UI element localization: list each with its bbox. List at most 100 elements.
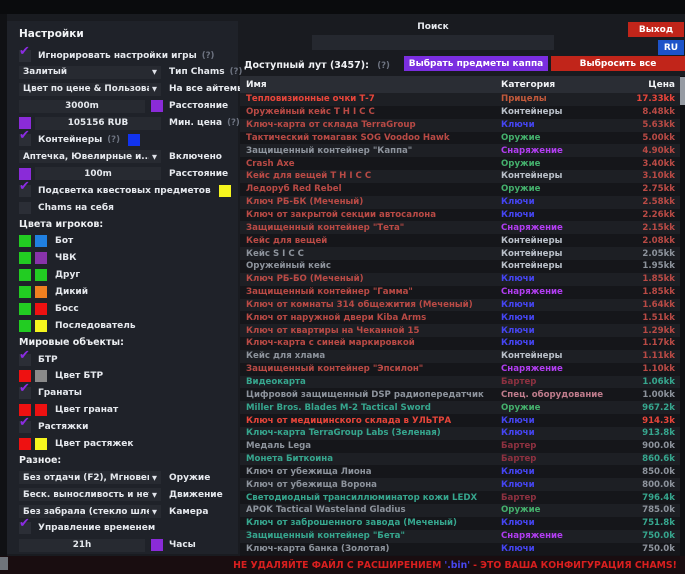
table-row[interactable]: Цифровой защищенный DSP радиопередатчикС… bbox=[240, 388, 685, 401]
dropdown[interactable]: Аптечка, Ювелирные и...▼ bbox=[19, 150, 161, 163]
item-category: Бартер bbox=[501, 454, 613, 464]
checkbox[interactable]: ✔ bbox=[19, 354, 31, 366]
table-row[interactable]: Ключ-карта TerraGroup Labs (Зеленая)Ключ… bbox=[240, 427, 685, 440]
dropdown-label: Тип Chams bbox=[169, 67, 225, 77]
resize-grip[interactable] bbox=[0, 557, 8, 570]
table-row[interactable]: Crash AxeОружие3.40kk bbox=[240, 157, 685, 170]
table-row[interactable]: Оружейный кейсКонтейнеры1.95kk bbox=[240, 260, 685, 273]
table-row[interactable]: Защищенный контейнер "Гамма"Снаряжение1.… bbox=[240, 286, 685, 299]
dropdown-value: Залитый bbox=[23, 67, 67, 77]
table-row[interactable]: Светодиодный трансиллюминатор кожи LEDXБ… bbox=[240, 491, 685, 504]
table-row[interactable]: Тактический томагавк SOG Voodoo HawkОруж… bbox=[240, 132, 685, 145]
table-row[interactable]: Защищенный контейнер "Эпсилон"Снаряжение… bbox=[240, 363, 685, 376]
color-swatch[interactable] bbox=[35, 370, 47, 382]
exit-button[interactable]: Выход bbox=[628, 22, 684, 37]
dropdown[interactable]: Цвет по цене & Пользователь▼ bbox=[19, 83, 161, 96]
color-swatch[interactable] bbox=[219, 185, 231, 197]
color-swatch[interactable] bbox=[35, 235, 47, 247]
checkbox-label: Растяжки bbox=[38, 422, 88, 432]
table-row[interactable]: Оружейный кейс T H I C CКонтейнеры8.48kk bbox=[240, 106, 685, 119]
color-swatch[interactable] bbox=[19, 235, 31, 247]
color-swatch[interactable] bbox=[19, 286, 31, 298]
color-swatch[interactable] bbox=[151, 100, 163, 112]
checkbox[interactable]: ✔ bbox=[19, 387, 31, 399]
table-row[interactable]: Ледоруб Red RebelОружие2.75kk bbox=[240, 183, 685, 196]
color-swatch[interactable] bbox=[35, 269, 47, 281]
table-row[interactable]: Ключ от квартиры на Чеканной 15Ключи1.29… bbox=[240, 324, 685, 337]
color-swatch[interactable] bbox=[19, 438, 31, 450]
color-swatch[interactable] bbox=[19, 252, 31, 264]
dropdown[interactable]: Залитый▼ bbox=[19, 66, 161, 79]
table-row[interactable]: Защищенный контейнер "Бета"Снаряжение750… bbox=[240, 530, 685, 543]
table-row[interactable]: ВидеокартаБартер1.06kk bbox=[240, 376, 685, 389]
table-row[interactable]: Кейс для вещей T H I C CКонтейнеры3.10kk bbox=[240, 170, 685, 183]
drop-all-button[interactable]: Выбросить все bbox=[551, 56, 685, 71]
search-input[interactable] bbox=[312, 35, 554, 50]
item-price: 1.29kk bbox=[613, 326, 675, 336]
color-swatch[interactable] bbox=[19, 320, 31, 332]
table-row[interactable]: Ключ от комнаты 314 общежития (Меченый)К… bbox=[240, 299, 685, 312]
checkbox[interactable] bbox=[19, 202, 31, 214]
table-row[interactable]: Ключ от закрытой секции автосалонаКлючи2… bbox=[240, 209, 685, 222]
color-swatch[interactable] bbox=[35, 252, 47, 264]
checkbox[interactable]: ✔ bbox=[19, 134, 31, 146]
item-price: 1.00kk bbox=[613, 390, 675, 400]
table-scrollbar-thumb[interactable] bbox=[680, 77, 685, 105]
table-row[interactable]: Медаль LegaБартер900.0k bbox=[240, 440, 685, 453]
table-row[interactable]: Монета БиткоинаБартер860.6k bbox=[240, 453, 685, 466]
table-row[interactable]: Ключ от убежища ЛионаКлючи850.0k bbox=[240, 465, 685, 478]
dropdown[interactable]: Беск. выносливость и нет уста▼ bbox=[19, 488, 161, 501]
table-row[interactable]: Ключ-карта от склада TerraGroupКлючи5.63… bbox=[240, 119, 685, 132]
table-row[interactable]: Ключ-карта банка (Золотая)Ключи750.0k bbox=[240, 543, 685, 556]
dropdown-zone: Аптечка, Ювелирные и...▼ bbox=[19, 150, 169, 163]
color-swatch[interactable] bbox=[35, 320, 47, 332]
select-kappa-items-button[interactable]: Выбрать предметы каппа bbox=[404, 56, 548, 71]
table-row[interactable]: Кейс S I C CКонтейнеры2.05kk bbox=[240, 247, 685, 260]
table-row[interactable]: Кейс для хламаКонтейнеры1.11kk bbox=[240, 350, 685, 363]
item-category: Контейнеры bbox=[501, 236, 613, 246]
table-row[interactable]: Ключ от заброшенного завода (Меченый)Клю… bbox=[240, 517, 685, 530]
language-button[interactable]: RU bbox=[658, 40, 684, 55]
table-row[interactable]: Ключ от убежища ВоронаКлючи800.0k bbox=[240, 478, 685, 491]
value-input[interactable]: 21h bbox=[19, 539, 145, 552]
color-swatch[interactable] bbox=[35, 303, 47, 315]
dropdown[interactable]: Без забрала (стекло шлема)▼ bbox=[19, 505, 161, 518]
table-row[interactable]: Кейс для вещейКонтейнеры2.08kk bbox=[240, 234, 685, 247]
table-row[interactable]: Защищенный контейнер "Каппа"Снаряжение4.… bbox=[240, 144, 685, 157]
value-input[interactable]: 3000m bbox=[19, 100, 145, 113]
color-swatch[interactable] bbox=[19, 269, 31, 281]
table-row[interactable]: Ключ РБ-БК (Меченый)Ключи2.58kk bbox=[240, 196, 685, 209]
item-category: Ключи bbox=[501, 326, 613, 336]
table-row[interactable]: Ключ РБ-БО (Меченый)Ключи1.85kk bbox=[240, 273, 685, 286]
table-row[interactable]: Miller Bros. Blades M-2 Tactical SwordОр… bbox=[240, 401, 685, 414]
table-scrollbar[interactable] bbox=[680, 76, 685, 556]
dropdown[interactable]: Без отдачи (F2), Мгновенное п▼ bbox=[19, 471, 161, 484]
table-row[interactable]: APOK Tactical Wasteland GladiusОружие785… bbox=[240, 504, 685, 517]
color-swatch[interactable] bbox=[151, 539, 163, 551]
table-row[interactable]: Ключ от наружной двери Kiba ArmsКлючи1.5… bbox=[240, 311, 685, 324]
settings-row: Без забрала (стекло шлема)▼Камера bbox=[19, 505, 230, 518]
checkbox[interactable]: ✔ bbox=[19, 185, 31, 197]
color-row-label: Последователь bbox=[55, 321, 136, 331]
settings-row: ✔Управление временем bbox=[19, 522, 230, 535]
table-row[interactable]: Ключ от медицинского склада в УЛЬТРАКлюч… bbox=[240, 414, 685, 427]
table-row[interactable]: Защищенный контейнер "Тета"Снаряжение2.1… bbox=[240, 221, 685, 234]
checkmark-icon: ✔ bbox=[19, 517, 30, 530]
checkbox[interactable]: ✔ bbox=[19, 421, 31, 433]
table-row[interactable]: Ключ-карта с синей маркировкойКлючи1.17k… bbox=[240, 337, 685, 350]
color-swatch[interactable] bbox=[128, 134, 140, 146]
checkbox[interactable]: ✔ bbox=[19, 522, 31, 534]
color-swatch[interactable] bbox=[35, 438, 47, 450]
color-swatch[interactable] bbox=[19, 303, 31, 315]
item-category: Контейнеры bbox=[501, 249, 613, 259]
item-price: 2.75kk bbox=[613, 184, 675, 194]
value-input[interactable]: 100m bbox=[35, 167, 161, 180]
checkbox[interactable]: ✔ bbox=[19, 50, 31, 62]
table-row[interactable]: Тепловизионные очки Т-7Прицелы17.33kk bbox=[240, 93, 685, 106]
color-swatch[interactable] bbox=[19, 168, 31, 180]
value-input[interactable]: 105156 RUB bbox=[35, 117, 161, 130]
item-name: Ключ-карта от склада TerraGroup bbox=[246, 120, 501, 130]
item-category: Контейнеры bbox=[501, 261, 613, 271]
color-swatch[interactable] bbox=[35, 404, 47, 416]
color-swatch[interactable] bbox=[35, 286, 47, 298]
